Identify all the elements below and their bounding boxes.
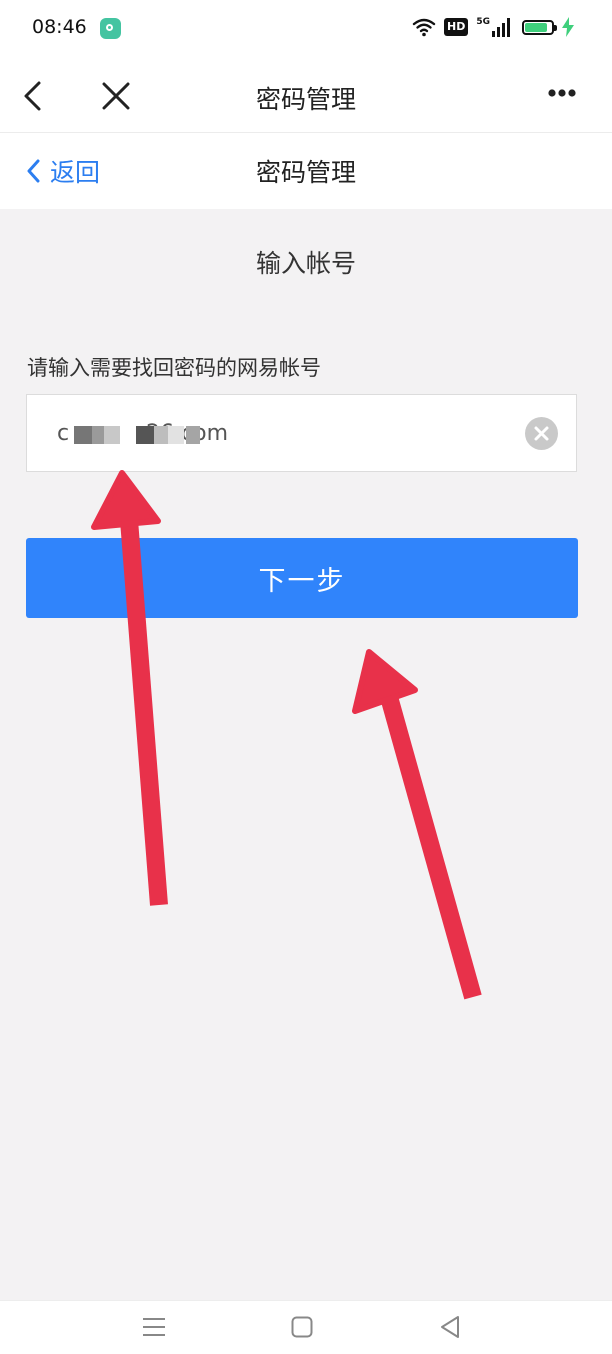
menu-icon[interactable]	[142, 1313, 166, 1341]
annotation-arrows	[91, 470, 482, 1000]
arrow-to-input	[91, 470, 168, 906]
back-triangle-icon[interactable]	[439, 1313, 461, 1341]
arrow-to-button	[352, 649, 482, 1000]
home-icon[interactable]	[291, 1313, 313, 1341]
system-nav-bar	[0, 1300, 612, 1354]
